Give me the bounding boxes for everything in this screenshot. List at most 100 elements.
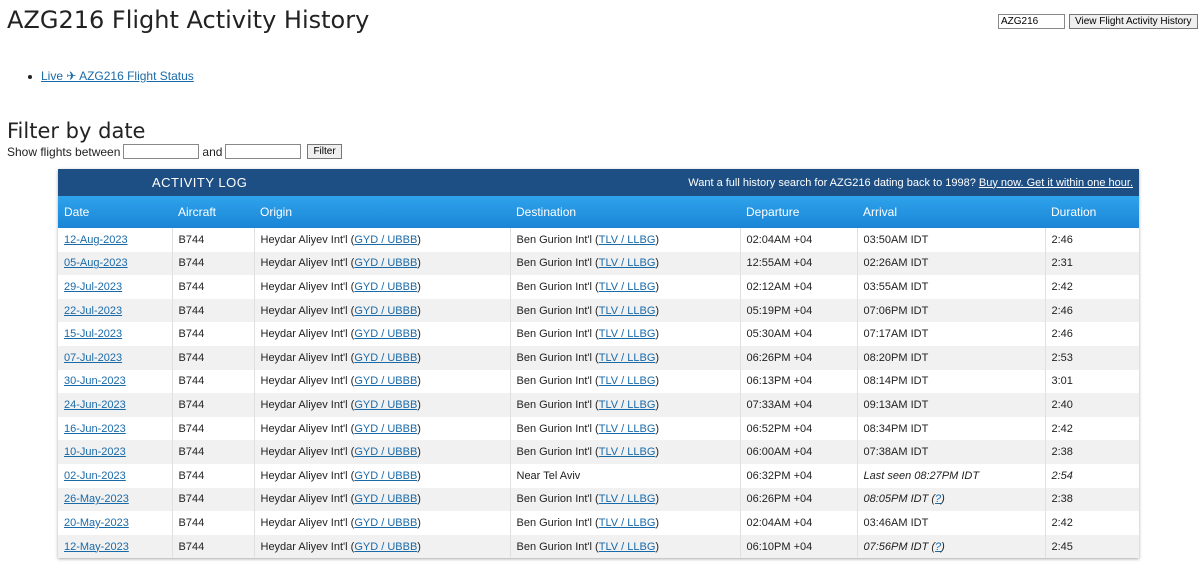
table-row: 30-Jun-2023 B744 Heydar Aliyev Int'l (GYD … — [58, 369, 1139, 394]
destination-cell: Ben Gurion Int'l (TLV / LLBG) — [510, 487, 741, 512]
origin-code-link[interactable]: GYD / UBBB — [354, 399, 417, 411]
departure-cell: 06:32PM +04 — [740, 463, 858, 488]
duration-cell: 2:31 — [1051, 257, 1073, 270]
col-header-date[interactable]: Date — [58, 196, 172, 228]
arrival-cell: 02:26AM IDT — [857, 251, 1046, 276]
destination-name: Ben Gurion Int'l — [516, 233, 592, 246]
origin-code-link[interactable]: GYD / UBBB — [354, 423, 417, 435]
origin-code-link[interactable]: GYD / UBBB — [354, 517, 417, 529]
arrival-cell: 07:06PM IDT — [857, 298, 1046, 323]
arrival-estimate-help-link[interactable]: ? — [935, 541, 941, 553]
flight-search-form: View Flight Activity History — [998, 14, 1198, 29]
col-header-aircraft[interactable]: Aircraft — [172, 196, 254, 228]
duration-cell: 2:38 — [1051, 493, 1073, 506]
destination-cell: Ben Gurion Int'l (TLV / LLBG) — [510, 440, 741, 464]
col-header-arrival[interactable]: Arrival — [857, 196, 1045, 228]
flight-date-link[interactable]: 12-Aug-2023 — [64, 234, 128, 246]
filter-button[interactable]: Filter — [307, 144, 342, 159]
destination-code-link[interactable]: TLV / LLBG — [599, 375, 656, 387]
origin-code-link[interactable]: GYD / UBBB — [354, 328, 417, 340]
flight-date-link[interactable]: 15-Jul-2023 — [64, 328, 122, 340]
flight-date-link[interactable]: 24-Jun-2023 — [64, 399, 126, 411]
table-row: 10-Jun-2023 B744 Heydar Aliyev Int'l (GYD … — [58, 440, 1139, 464]
origin-code-link[interactable]: GYD / UBBB — [354, 234, 417, 246]
destination-name: Ben Gurion Int'l — [516, 398, 592, 411]
flight-number-input[interactable] — [998, 14, 1065, 29]
origin-code-link[interactable]: GYD / UBBB — [354, 352, 417, 364]
destination-cell: Ben Gurion Int'l (TLV / LLBG) — [510, 251, 741, 276]
duration-cell: 2:38 — [1051, 446, 1073, 459]
view-history-button[interactable]: View Flight Activity History — [1069, 14, 1198, 29]
destination-name: Ben Gurion Int'l — [516, 446, 592, 459]
destination-code-link[interactable]: TLV / LLBG — [599, 328, 656, 340]
arrival-cell: 08:14PM IDT — [857, 369, 1046, 394]
activity-table: Date Aircraft Origin Destination Departu… — [58, 196, 1139, 559]
origin-cell: Heydar Aliyev Int'l (GYD / UBBB) — [254, 322, 511, 346]
destination-code-link[interactable]: TLV / LLBG — [599, 305, 656, 317]
filter-label: Show flights between — [7, 144, 121, 159]
flight-date-link[interactable]: 29-Jul-2023 — [64, 281, 122, 293]
flight-date-link[interactable]: 20-May-2023 — [64, 517, 129, 529]
filter-start-date-input[interactable] — [123, 144, 200, 159]
arrival-cell: 07:38AM IDT — [857, 440, 1046, 464]
flight-date-link[interactable]: 12-May-2023 — [64, 541, 129, 553]
flight-date-link[interactable]: 02-Jun-2023 — [64, 470, 126, 482]
date-cell: 20-May-2023 — [58, 511, 173, 535]
origin-name: Heydar Aliyev Int'l — [260, 280, 348, 293]
flight-date-link[interactable]: 16-Jun-2023 — [64, 423, 126, 435]
date-cell: 12-Aug-2023 — [58, 228, 173, 252]
filter-end-date-input[interactable] — [225, 144, 302, 159]
date-cell: 16-Jun-2023 — [58, 416, 173, 441]
origin-code-link[interactable]: GYD / UBBB — [354, 375, 417, 387]
live-status-link[interactable]: Live ✈ AZG216 Flight Status — [41, 69, 194, 83]
destination-name: Ben Gurion Int'l — [516, 351, 592, 364]
departure-cell: 05:19PM +04 — [740, 298, 858, 323]
aircraft-cell: B744 — [172, 369, 255, 394]
flight-date-link[interactable]: 10-Jun-2023 — [64, 446, 126, 458]
origin-cell: Heydar Aliyev Int'l (GYD / UBBB) — [254, 251, 511, 276]
activity-log: ACTIVITY LOG Want a full history search … — [58, 169, 1139, 559]
destination-code-link[interactable]: TLV / LLBG — [599, 234, 656, 246]
arrival-time: 09:13AM IDT — [863, 398, 929, 411]
destination-code-link[interactable]: TLV / LLBG — [599, 446, 656, 458]
destination-code-link[interactable]: TLV / LLBG — [599, 257, 656, 269]
departure-cell: 06:26PM +04 — [740, 345, 858, 370]
buy-now-link[interactable]: Buy now. Get it within one hour. — [979, 177, 1133, 189]
destination-code-link[interactable]: TLV / LLBG — [599, 281, 656, 293]
aircraft-cell: B744 — [172, 345, 255, 370]
col-header-duration[interactable]: Duration — [1045, 196, 1139, 228]
filter-and-label: and — [202, 144, 223, 159]
col-header-destination[interactable]: Destination — [510, 196, 740, 228]
destination-code-link[interactable]: TLV / LLBG — [599, 493, 656, 505]
col-header-departure[interactable]: Departure — [740, 196, 857, 228]
origin-name: Heydar Aliyev Int'l — [260, 328, 348, 341]
destination-code-link[interactable]: TLV / LLBG — [599, 517, 656, 529]
origin-code-link[interactable]: GYD / UBBB — [354, 470, 417, 482]
flight-date-link[interactable]: 05-Aug-2023 — [64, 257, 128, 269]
departure-cell: 06:26PM +04 — [740, 487, 858, 512]
origin-code-link[interactable]: GYD / UBBB — [354, 305, 417, 317]
destination-code-link[interactable]: TLV / LLBG — [599, 352, 656, 364]
duration-cell: 2:42 — [1051, 516, 1073, 529]
flight-date-link[interactable]: 26-May-2023 — [64, 493, 129, 505]
destination-code-link[interactable]: TLV / LLBG — [599, 399, 656, 411]
arrival-time: Last seen 08:27PM IDT — [863, 469, 980, 482]
origin-code-link[interactable]: GYD / UBBB — [354, 493, 417, 505]
destination-cell: Near Tel Aviv — [510, 463, 741, 488]
origin-name: Heydar Aliyev Int'l — [260, 540, 348, 553]
origin-code-link[interactable]: GYD / UBBB — [354, 541, 417, 553]
departure-cell: 05:30AM +04 — [740, 322, 858, 346]
flight-date-link[interactable]: 22-Jul-2023 — [64, 305, 122, 317]
origin-code-link[interactable]: GYD / UBBB — [354, 446, 417, 458]
destination-cell: Ben Gurion Int'l (TLV / LLBG) — [510, 416, 741, 441]
flight-date-link[interactable]: 30-Jun-2023 — [64, 375, 126, 387]
destination-code-link[interactable]: TLV / LLBG — [599, 541, 656, 553]
flight-date-link[interactable]: 07-Jul-2023 — [64, 352, 122, 364]
table-row: 29-Jul-2023 B744 Heydar Aliyev Int'l (GYD … — [58, 275, 1139, 299]
arrival-estimate-help-link[interactable]: ? — [935, 493, 941, 505]
destination-cell: Ben Gurion Int'l (TLV / LLBG) — [510, 228, 741, 252]
destination-code-link[interactable]: TLV / LLBG — [599, 423, 656, 435]
origin-code-link[interactable]: GYD / UBBB — [354, 281, 417, 293]
origin-code-link[interactable]: GYD / UBBB — [354, 257, 417, 269]
col-header-origin[interactable]: Origin — [254, 196, 510, 228]
